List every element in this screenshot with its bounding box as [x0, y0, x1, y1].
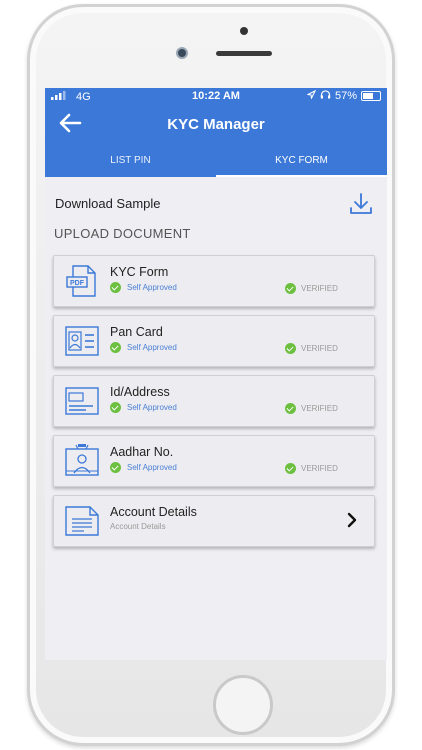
- front-camera: [176, 47, 188, 59]
- approval-status: Self Approved: [110, 402, 177, 413]
- approval-status: Self Approved: [110, 342, 177, 353]
- battery-percent: 57%: [334, 90, 357, 102]
- verified-status: VERIFIED: [285, 343, 338, 354]
- tab-list-pin[interactable]: LIST PIN: [45, 148, 216, 177]
- approval-label: Self Approved: [127, 403, 177, 412]
- approval-status: Self Approved: [110, 462, 177, 473]
- download-sample-label: Download Sample: [55, 196, 161, 211]
- id-card-icon: [64, 384, 100, 418]
- check-icon: [285, 283, 296, 294]
- chevron-right-icon[interactable]: [346, 512, 358, 528]
- verified-status: VERIFIED: [285, 403, 338, 414]
- document-name: Id/Address: [110, 385, 170, 399]
- document-card-aadhar[interactable]: Aadhar No. Self Approved VERIFIED: [53, 435, 375, 487]
- document-list-icon: [64, 504, 100, 538]
- verified-label: VERIFIED: [301, 464, 338, 473]
- tab-bar: LIST PIN KYC FORM: [45, 148, 387, 177]
- home-button[interactable]: [213, 675, 273, 735]
- earpiece-speaker: [216, 51, 272, 56]
- aadhar-icon: [64, 444, 100, 478]
- headphones-icon: [320, 90, 331, 102]
- check-icon: [110, 342, 121, 353]
- account-details-card[interactable]: Account Details Account Details: [53, 495, 375, 547]
- status-bar: 4G 10:22 AM 57%: [45, 88, 387, 106]
- check-icon: [285, 343, 296, 354]
- verified-label: VERIFIED: [301, 404, 338, 413]
- pdf-file-icon: PDF: [64, 264, 100, 298]
- check-icon: [285, 403, 296, 414]
- sensor-dot: [240, 27, 248, 35]
- verified-label: VERIFIED: [301, 284, 338, 293]
- account-details-subtitle: Account Details: [110, 522, 166, 531]
- approval-label: Self Approved: [127, 283, 177, 292]
- location-icon: [306, 89, 317, 102]
- tab-kyc-form[interactable]: KYC FORM: [216, 148, 387, 177]
- account-details-title: Account Details: [110, 505, 197, 519]
- page-title: KYC Manager: [167, 116, 265, 133]
- verified-status: VERIFIED: [285, 283, 338, 294]
- check-icon: [110, 462, 121, 473]
- document-name: KYC Form: [110, 265, 169, 279]
- document-card-kyc-form[interactable]: PDF KYC Form Self Approved VERIFIED: [53, 255, 375, 307]
- check-icon: [110, 402, 121, 413]
- pan-card-icon: [64, 324, 100, 358]
- document-card-id-address[interactable]: Id/Address Self Approved VERIFIED: [53, 375, 375, 427]
- approval-label: Self Approved: [127, 343, 177, 352]
- download-sample-row[interactable]: Download Sample: [55, 192, 377, 216]
- check-icon: [110, 282, 121, 293]
- check-icon: [285, 463, 296, 474]
- battery-icon: [361, 91, 381, 101]
- verified-status: VERIFIED: [285, 463, 338, 474]
- app-screen: 4G 10:22 AM 57% KYC Manager LIST PIN KYC…: [45, 88, 387, 660]
- verified-label: VERIFIED: [301, 344, 338, 353]
- approval-label: Self Approved: [127, 463, 177, 472]
- approval-status: Self Approved: [110, 282, 177, 293]
- app-header: 4G 10:22 AM 57% KYC Manager LIST PIN KYC…: [45, 88, 387, 177]
- document-name: Aadhar No.: [110, 445, 174, 459]
- svg-text:PDF: PDF: [70, 280, 85, 287]
- document-name: Pan Card: [110, 325, 163, 339]
- section-title: UPLOAD DOCUMENT: [54, 226, 191, 241]
- download-icon[interactable]: [349, 192, 373, 216]
- document-card-pan-card[interactable]: Pan Card Self Approved VERIFIED: [53, 315, 375, 367]
